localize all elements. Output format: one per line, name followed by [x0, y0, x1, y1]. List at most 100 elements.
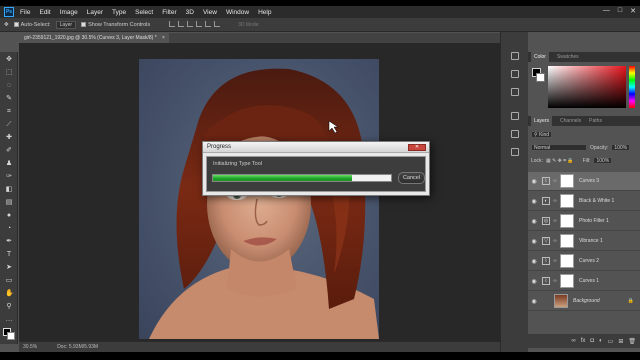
layer-name[interactable]: Black & White 1: [579, 198, 614, 204]
tab-channels[interactable]: Channels: [560, 118, 581, 124]
align-bottom-icon[interactable]: [187, 20, 194, 27]
type-tool-icon[interactable]: T: [5, 251, 13, 259]
align-center-icon[interactable]: [205, 20, 212, 27]
layer-name[interactable]: Curves 3: [579, 178, 599, 184]
move-tool-preset-icon[interactable]: ✥: [4, 22, 9, 28]
layer-row-photo-filter-1[interactable]: ◉ ◎ ∞ Photo Filter 1: [528, 212, 640, 231]
lock-icon[interactable]: 🔒: [628, 298, 634, 304]
visibility-eye-icon[interactable]: ◉: [528, 298, 540, 305]
clone-stamp-tool-icon[interactable]: ♟: [5, 160, 13, 168]
menu-file[interactable]: File: [20, 9, 30, 16]
mask-link-icon[interactable]: ∞: [552, 238, 558, 244]
paragraph-panel-icon[interactable]: [511, 112, 519, 120]
eyedropper-tool-icon[interactable]: ⟋: [5, 121, 13, 129]
menu-layer[interactable]: Layer: [87, 9, 103, 16]
layer-row-curves-1[interactable]: ◉ ⌇ ∞ Curves 1: [528, 272, 640, 291]
menu-view[interactable]: View: [203, 9, 217, 16]
background-layer-thumbnail[interactable]: [554, 294, 568, 308]
layer-mask-thumbnail[interactable]: [560, 214, 574, 228]
layer-mask-thumbnail[interactable]: [560, 274, 574, 288]
layer-row-curves-3[interactable]: ◉ ⌇ ∞ Curves 3: [528, 172, 640, 191]
crop-tool-icon[interactable]: ⌗: [5, 108, 13, 116]
visibility-eye-icon[interactable]: ◉: [528, 238, 540, 245]
show-transform-checkbox[interactable]: Show Transform Controls: [81, 22, 150, 28]
layer-mask-thumbnail[interactable]: [560, 234, 574, 248]
visibility-eye-icon[interactable]: ◉: [528, 178, 540, 185]
mask-link-icon[interactable]: ∞: [552, 258, 558, 264]
gradient-tool-icon[interactable]: ▤: [5, 199, 13, 207]
tab-close-icon[interactable]: ×: [162, 35, 165, 41]
mask-link-icon[interactable]: ∞: [552, 198, 558, 204]
link-icon[interactable]: ∞: [571, 338, 575, 344]
layer-mask-thumbnail[interactable]: [560, 174, 574, 188]
lasso-tool-icon[interactable]: ◌: [5, 82, 13, 90]
layer-row-black-white-1[interactable]: ◉ ◐ ∞ Black & White 1: [528, 192, 640, 211]
auto-select-dropdown[interactable]: Layer: [55, 20, 77, 29]
blur-tool-icon[interactable]: ●: [5, 212, 13, 220]
mask-link-icon[interactable]: ∞: [552, 278, 558, 284]
mask-link-icon[interactable]: ∞: [552, 218, 558, 224]
document-tab[interactable]: girl-2359121_1920.jpg @ 30.5% (Curves 3,…: [20, 33, 169, 43]
tab-layers[interactable]: Layers: [531, 116, 553, 126]
layer-name[interactable]: Curves 2: [579, 258, 599, 264]
pen-tool-icon[interactable]: ✒: [5, 238, 13, 246]
color-panel-background-swatch[interactable]: [536, 73, 545, 82]
quick-select-tool-icon[interactable]: ✎: [5, 95, 13, 103]
color-picker-field[interactable]: [548, 66, 626, 108]
visibility-eye-icon[interactable]: ◉: [528, 198, 540, 205]
align-left-icon[interactable]: [196, 20, 203, 27]
menu-select[interactable]: Select: [135, 9, 153, 16]
close-window-button[interactable]: ✕: [630, 7, 636, 15]
layer-mask-thumbnail[interactable]: [560, 194, 574, 208]
dodge-tool-icon[interactable]: ◔: [5, 225, 13, 233]
layer-name[interactable]: Background: [573, 298, 600, 304]
minimize-button[interactable]: —: [603, 7, 610, 15]
shape-tool-icon[interactable]: ▭: [5, 277, 13, 285]
visibility-eye-icon[interactable]: ◉: [528, 278, 540, 285]
layer-name[interactable]: Vibrance 1: [579, 238, 603, 244]
history-panel-icon[interactable]: [511, 52, 519, 60]
align-top-icon[interactable]: [169, 20, 176, 27]
menu-edit[interactable]: Edit: [39, 9, 50, 16]
maximize-button[interactable]: □: [618, 7, 622, 15]
zoom-tool-icon[interactable]: ⚲: [5, 303, 13, 311]
fx-icon[interactable]: fx: [581, 338, 586, 344]
layer-name[interactable]: Photo Filter 1: [579, 218, 609, 224]
auto-select-checkbox[interactable]: Auto-Select:: [13, 22, 51, 28]
fill-input[interactable]: 100%: [593, 157, 613, 164]
mask-icon[interactable]: ◘: [590, 338, 594, 344]
character-panel-icon[interactable]: [511, 130, 519, 138]
trash-icon[interactable]: 🗑: [628, 338, 636, 345]
tab-color[interactable]: Color: [531, 52, 549, 62]
blend-mode-dropdown[interactable]: Normal: [531, 144, 587, 151]
tab-paths[interactable]: Paths: [589, 118, 602, 124]
path-select-tool-icon[interactable]: ➤: [5, 264, 13, 272]
visibility-eye-icon[interactable]: ◉: [528, 218, 540, 225]
layer-row-background[interactable]: ◉ Background 🔒: [528, 292, 640, 311]
opacity-input[interactable]: 100%: [611, 144, 631, 151]
tab-swatches[interactable]: Swatches: [557, 54, 579, 60]
brush-tool-icon[interactable]: ✐: [5, 147, 13, 155]
cancel-button[interactable]: Cancel: [398, 172, 425, 184]
hue-slider[interactable]: [629, 66, 635, 108]
info-panel-icon[interactable]: [511, 88, 519, 96]
eraser-tool-icon[interactable]: ◧: [5, 186, 13, 194]
zoom-level[interactable]: 30.5%: [23, 344, 37, 350]
new-layer-icon[interactable]: ⊞: [618, 338, 623, 345]
layer-name[interactable]: Curves 1: [579, 278, 599, 284]
visibility-eye-icon[interactable]: ◉: [528, 258, 540, 265]
history-brush-tool-icon[interactable]: ✑: [5, 173, 13, 181]
layer-row-vibrance-1[interactable]: ◉ ▽ ∞ Vibrance 1: [528, 232, 640, 251]
menu-help[interactable]: Help: [258, 9, 271, 16]
menu-type[interactable]: Type: [112, 9, 126, 16]
doc-size[interactable]: Doc: 5.93M/5.93M: [57, 344, 98, 350]
dialog-close-button[interactable]: ✕: [408, 144, 426, 151]
align-middle-icon[interactable]: [178, 20, 185, 27]
layer-mask-thumbnail[interactable]: [560, 254, 574, 268]
move-tool-icon[interactable]: ✥: [5, 56, 13, 64]
mask-link-icon[interactable]: ∞: [552, 178, 558, 184]
properties-panel-icon[interactable]: [511, 70, 519, 78]
edit-toolbar-icon[interactable]: …: [5, 316, 13, 324]
menu-image[interactable]: Image: [60, 9, 78, 16]
document-image[interactable]: [139, 59, 379, 339]
